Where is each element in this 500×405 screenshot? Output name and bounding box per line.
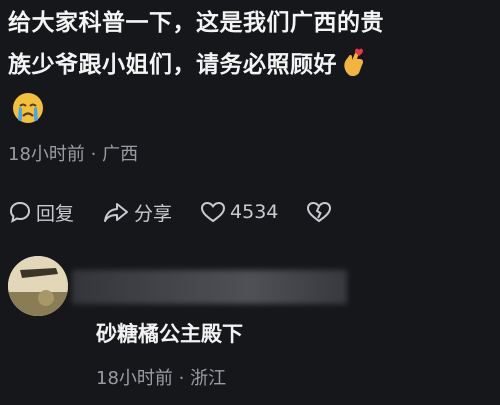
share-label: 分享 — [134, 202, 173, 225]
reply-icon — [9, 201, 31, 223]
reply-location: 浙江 — [190, 368, 227, 389]
like-button[interactable]: 4534 — [200, 200, 278, 224]
like-count: 4534 — [230, 201, 279, 223]
broken-heart-icon — [307, 201, 332, 223]
avatar[interactable] — [8, 256, 68, 316]
reply-label: 回复 — [36, 202, 75, 225]
crying-face-icon — [12, 92, 44, 124]
dislike-button[interactable] — [306, 200, 336, 224]
comment-line-2: 族少爷跟小姐们，请务必照顾好 — [8, 44, 496, 86]
reply-button[interactable]: 回复 — [8, 199, 74, 226]
comment-location: 广西 — [102, 144, 139, 165]
reply-comment: 砂糖橘公主殿下 18小时前 · 浙江 — [0, 248, 500, 405]
comment-text: 给大家科普一下，这是我们广西的贵 族少爷跟小姐们，请务必照顾好 — [8, 2, 496, 86]
reply-time: 18小时前 — [96, 368, 173, 389]
comment-meta: 18小时前 · 广西 — [8, 140, 138, 166]
share-icon — [104, 203, 129, 222]
finger-heart-icon — [337, 44, 367, 86]
reply-meta: 18小时前 · 浙江 — [96, 364, 226, 390]
comment-time: 18小时前 — [8, 144, 85, 165]
meta-separator: · — [90, 144, 97, 165]
comment-line-1: 给大家科普一下，这是我们广西的贵 — [8, 10, 384, 36]
heart-icon — [201, 201, 226, 223]
meta-separator: · — [178, 368, 185, 389]
comment-line-2-text: 族少爷跟小姐们，请务必照顾好 — [8, 52, 337, 78]
redacted-username — [72, 270, 347, 304]
share-button[interactable]: 分享 — [102, 199, 172, 226]
comment-actions: 回复 分享 4534 — [8, 196, 364, 228]
reply-text: 砂糖橘公主殿下 — [96, 322, 243, 346]
